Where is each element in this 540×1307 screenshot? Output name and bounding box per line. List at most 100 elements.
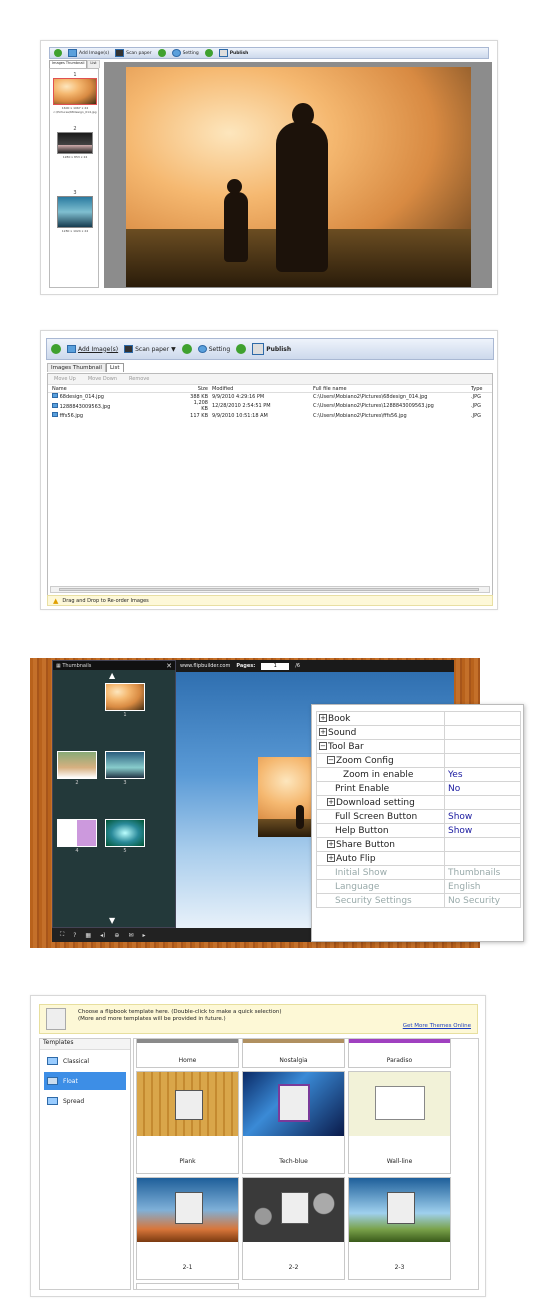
forward-icon[interactable] bbox=[157, 49, 166, 57]
category-classical[interactable]: Classical bbox=[44, 1054, 126, 1068]
template-tile[interactable]: 2-2 bbox=[242, 1177, 345, 1280]
expand-icon[interactable]: + bbox=[327, 840, 335, 848]
setting-row[interactable]: Full Screen Button Show bbox=[316, 809, 521, 824]
template-tile[interactable]: Nostalgia bbox=[242, 1039, 345, 1068]
help-icon[interactable] bbox=[236, 344, 247, 354]
setting-row[interactable]: − Tool Bar bbox=[316, 739, 521, 754]
template-tile[interactable]: Wall-line bbox=[348, 1071, 451, 1174]
thumbnail-item[interactable]: 5 bbox=[105, 819, 145, 854]
template-tile[interactable]: Paradiso bbox=[348, 1039, 451, 1068]
help-icon[interactable]: ? bbox=[73, 932, 76, 939]
setting-value[interactable] bbox=[444, 725, 521, 740]
dropdown-arrow-icon[interactable]: ▼ bbox=[171, 346, 176, 353]
setting-value[interactable] bbox=[444, 837, 521, 852]
setting-row[interactable]: + Auto Flip bbox=[316, 851, 521, 866]
scroll-up-icon[interactable]: ▲ bbox=[109, 671, 115, 680]
thumbnail-item[interactable]: 2 1280 x 853 x 24 bbox=[53, 125, 97, 159]
back-icon[interactable] bbox=[51, 344, 61, 354]
setting-value[interactable]: Yes bbox=[444, 767, 521, 782]
back-icon[interactable] bbox=[54, 49, 62, 57]
setting-button[interactable]: Setting bbox=[197, 345, 230, 353]
thumbnail-item[interactable]: 4 bbox=[57, 819, 97, 854]
forward-icon[interactable] bbox=[181, 344, 192, 354]
screenshot-template-chooser: Choose a flipbook template here. (Double… bbox=[30, 995, 486, 1297]
setting-value[interactable] bbox=[444, 795, 521, 810]
template-tile[interactable]: 2-1 bbox=[136, 1177, 239, 1280]
setting-row[interactable]: Zoom in enable Yes bbox=[316, 767, 521, 782]
move-down-button[interactable]: Move Down bbox=[88, 376, 117, 382]
setting-value[interactable]: Show bbox=[444, 809, 521, 824]
setting-value[interactable]: No bbox=[444, 781, 521, 796]
template-tile[interactable]: 2-3 bbox=[348, 1177, 451, 1280]
tab-images-thumbnail[interactable]: Images Thumbnail bbox=[47, 363, 106, 372]
move-up-button[interactable]: Move Up bbox=[54, 376, 76, 382]
publish-button[interactable]: Publish bbox=[252, 343, 291, 355]
page-number-input[interactable]: 1 bbox=[261, 662, 290, 670]
setting-value[interactable]: Show bbox=[444, 823, 521, 838]
setting-row[interactable]: + Book bbox=[316, 711, 521, 726]
scroll-down-icon[interactable]: ▼ bbox=[109, 916, 115, 925]
setting-button[interactable]: Setting bbox=[171, 49, 199, 57]
template-tile[interactable] bbox=[136, 1283, 239, 1289]
sub-toolbar: Move Up Move Down Remove bbox=[48, 374, 492, 385]
thumbnail-item[interactable]: 3 1280 x 1024 x 24 bbox=[53, 189, 97, 233]
expand-icon[interactable]: + bbox=[327, 854, 335, 862]
expand-icon[interactable]: + bbox=[319, 714, 327, 722]
setting-value[interactable] bbox=[444, 739, 521, 754]
template-tile[interactable]: Home bbox=[136, 1039, 239, 1068]
scan-paper-button[interactable]: Scan paper bbox=[115, 49, 152, 57]
publish-button[interactable]: Publish bbox=[218, 49, 248, 57]
table-row[interactable]: 68design_014.jpg 388 KB 9/9/2010 4:29:16… bbox=[48, 393, 492, 400]
setting-row[interactable]: + Share Button bbox=[316, 837, 521, 852]
setting-row[interactable]: Language English bbox=[316, 879, 521, 894]
setting-value[interactable] bbox=[444, 851, 521, 866]
fullscreen-icon[interactable]: ⛶ bbox=[60, 931, 64, 939]
get-more-themes-link[interactable]: Get More Themes Online bbox=[403, 1023, 471, 1029]
table-row[interactable]: 1288843009563.jpg 1,208 KB 12/28/2010 2:… bbox=[48, 400, 492, 412]
setting-row[interactable]: Help Button Show bbox=[316, 823, 521, 838]
close-icon[interactable]: ✕ bbox=[166, 662, 172, 670]
scrollbar-thumb[interactable] bbox=[59, 588, 479, 591]
thumbnails-icon[interactable]: ▦ bbox=[85, 932, 91, 939]
setting-value[interactable] bbox=[444, 711, 521, 726]
setting-row[interactable]: Initial Show Thumbnails bbox=[316, 865, 521, 880]
template-tile[interactable]: Plank bbox=[136, 1071, 239, 1174]
setting-row[interactable]: Security Settings No Security bbox=[316, 893, 521, 908]
table-row[interactable]: fffs56.jpg 117 KB 9/9/2010 10:51:18 AM C… bbox=[48, 412, 492, 419]
add-images-button[interactable]: Add Image(s) bbox=[67, 345, 118, 353]
sound-icon[interactable]: ◂) bbox=[100, 932, 105, 939]
collapse-icon[interactable]: − bbox=[319, 742, 327, 750]
setting-row[interactable]: + Sound bbox=[316, 725, 521, 740]
thumbnail-image bbox=[105, 683, 145, 711]
horizontal-scrollbar[interactable] bbox=[50, 586, 490, 593]
zoom-icon[interactable]: ⊕ bbox=[114, 932, 119, 939]
category-spread[interactable]: Spread bbox=[44, 1094, 126, 1108]
next-icon[interactable]: ▸ bbox=[142, 932, 145, 939]
scan-paper-button[interactable]: Scan paper ▼ bbox=[124, 345, 176, 353]
collapse-icon[interactable]: − bbox=[327, 756, 335, 764]
expand-icon[interactable]: + bbox=[327, 798, 335, 806]
setting-value[interactable]: Thumbnails bbox=[444, 865, 521, 880]
setting-row[interactable]: − Zoom Config bbox=[316, 753, 521, 768]
add-images-button[interactable]: Add Image(s) bbox=[68, 49, 109, 57]
tab-list[interactable]: List bbox=[105, 363, 124, 372]
category-float[interactable]: Float bbox=[44, 1072, 126, 1090]
template-tile[interactable]: Tech-blue bbox=[242, 1071, 345, 1174]
help-icon[interactable] bbox=[204, 49, 213, 57]
thumbnail-item[interactable]: 3 bbox=[105, 751, 145, 786]
expand-icon[interactable]: + bbox=[319, 728, 327, 736]
setting-value[interactable]: No Security bbox=[444, 893, 521, 908]
setting-row[interactable]: Print Enable No bbox=[316, 781, 521, 796]
thumbnail-item[interactable]: 1 1600 x 1067 x 24 c:\Pictures\68design_… bbox=[53, 71, 97, 114]
email-icon[interactable]: ✉ bbox=[128, 932, 133, 939]
setting-value[interactable]: English bbox=[444, 879, 521, 894]
setting-row[interactable]: + Download setting bbox=[316, 795, 521, 810]
setting-value[interactable] bbox=[444, 753, 521, 768]
thumbnail-item[interactable]: 1 bbox=[105, 683, 145, 718]
remove-button[interactable]: Remove bbox=[129, 376, 149, 382]
thumbnail-item[interactable]: 2 bbox=[57, 751, 97, 786]
tab-list[interactable]: List bbox=[87, 60, 100, 68]
screenshot-list-view: Add Image(s) Scan paper ▼ Setting Publish… bbox=[40, 330, 498, 610]
setting-label: Tool Bar bbox=[328, 741, 364, 752]
tab-images-thumbnail[interactable]: Images Thumbnail bbox=[49, 60, 88, 68]
